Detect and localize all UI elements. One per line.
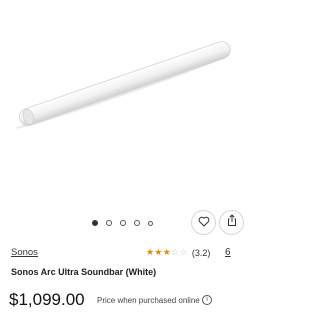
rating-value: (3.2) [191,247,211,258]
carousel-dots [92,218,153,228]
price: $1,099.00 [9,290,85,309]
review-count-link[interactable]: 6 [225,247,231,258]
soundbar-image [16,41,231,129]
carousel-dot[interactable] [120,220,126,226]
favorite-button[interactable] [191,210,216,235]
carousel-dot[interactable] [92,220,98,226]
product-title: Sonos Arc Ultra Soundbar (White) [11,267,157,277]
price-note: Price when purchased online [97,296,200,305]
carousel-dot[interactable] [106,220,112,226]
share-icon [226,213,238,232]
carousel-dot[interactable] [148,220,153,226]
share-button[interactable] [219,210,244,235]
product-image[interactable] [0,0,250,206]
heart-icon [198,214,210,232]
brand-link[interactable]: Sonos [11,247,38,258]
info-icon[interactable]: i [202,295,212,305]
rating[interactable]: ★★★☆☆ (3.2) [146,247,210,258]
star-rating: ★★★☆☆ [146,247,188,257]
carousel-dot[interactable] [134,220,140,226]
